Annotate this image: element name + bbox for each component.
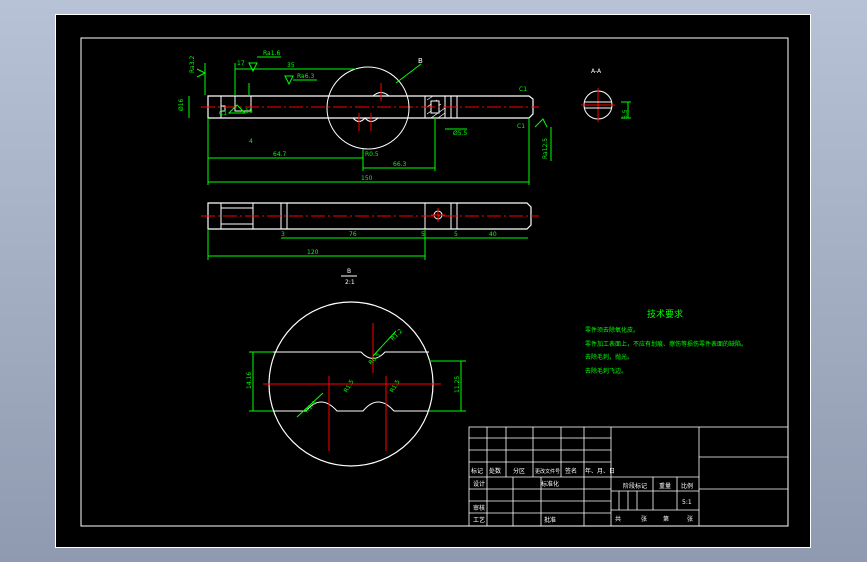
roughness-symbol-right	[534, 118, 548, 128]
roughness-top-2: Ra6.3	[297, 73, 314, 80]
detail-bottom-edge	[273, 401, 429, 412]
tb-weight: 重量	[659, 482, 671, 490]
tb-scale-value: 5:1	[682, 499, 692, 506]
chamfer-right-top: C1	[519, 86, 527, 93]
tb-scale: 比例	[681, 482, 693, 490]
tb-stage: 阶段标记	[623, 482, 647, 490]
dim-r1-4: R1.4	[303, 400, 318, 415]
dim-r0-5: R0.5	[365, 151, 379, 158]
roughness-symbol-left	[196, 68, 207, 78]
dim-76: 76	[349, 231, 357, 238]
tb-count: 处数	[489, 467, 501, 475]
tb-page-sheet: 张	[687, 515, 693, 523]
roughness-symbol-3	[227, 104, 247, 114]
roughness-top-1: Ra1.6	[263, 50, 280, 57]
dim-r1-5b: R1.5	[389, 378, 402, 394]
bottom-flat-bottom	[220, 223, 254, 230]
tb-approve: 批准	[544, 516, 556, 524]
title-block-text: 标记 处数 分区 更改文件号 签名 年、月、日 设计 标准化 阶段标记 重量 比…	[471, 467, 693, 524]
note-line-4: 去除毛刺飞边。	[585, 367, 627, 375]
tb-standard: 标准化	[541, 480, 559, 488]
dim-17: 17	[237, 60, 245, 67]
dim-5a: 5	[421, 231, 425, 238]
roughness-left: Ra3.2	[189, 56, 196, 73]
title-block	[468, 426, 789, 527]
dim-150: 150	[361, 175, 373, 182]
detail-b-view: B 2:1 R1.2 R0.5 14.16 11.25 R1.4 R1.5 R1…	[246, 268, 466, 467]
cad-drawing: B 35 17 Ra1.6 Ra6.3 Ra3.2 Ø16 C1 16 C1 C…	[80, 37, 789, 527]
tb-design: 设计	[473, 480, 485, 488]
tb-zone: 分区	[513, 467, 525, 475]
dim-5b: 5	[454, 231, 458, 238]
dim-35: 35	[287, 62, 295, 69]
leader-b	[395, 63, 422, 84]
tb-date: 年、月、日	[585, 467, 615, 475]
note-line-2: 零件加工表面上，不应有划痕、擦伤等损伤零件表面的缺陷。	[585, 340, 747, 348]
dim-r1-2: R1.2	[389, 328, 404, 343]
technical-notes: 技术要求 零件须去除氧化皮。 零件加工表面上，不应有划痕、擦伤等损伤零件表面的缺…	[585, 308, 747, 375]
tb-total: 共	[615, 515, 621, 523]
dim-40: 40	[489, 231, 497, 238]
tb-sign: 签名	[565, 467, 577, 475]
dim-16-diameter: Ø16	[178, 98, 185, 111]
dim-66-3: 66.3	[393, 161, 407, 168]
section-b-label: B	[418, 57, 423, 65]
section-aa-view: A-A 6.5	[581, 68, 631, 122]
tb-process: 工艺	[473, 516, 485, 524]
detail-b-scale: 2:1	[345, 279, 355, 286]
notes-title: 技术要求	[647, 308, 683, 320]
roughness-symbol-1	[248, 62, 258, 73]
bottom-view: 3 76 5 5 40 120	[201, 202, 539, 260]
dim-11-25: 11.25	[454, 376, 461, 393]
dim-120: 120	[307, 249, 319, 256]
detail-circle-b	[326, 66, 410, 150]
dim-64-7: 64.7	[273, 151, 287, 158]
dim-65: 6.5	[622, 109, 629, 119]
roughness-right: Ra12.5	[542, 138, 549, 159]
section-aa-label: A-A	[591, 68, 602, 75]
detail-b-label: B	[347, 268, 351, 275]
chamfer-right-bottom: C1	[517, 123, 525, 130]
bottom-flat-top	[220, 202, 254, 209]
tb-page: 第	[663, 515, 669, 523]
dim-r0-5-detail: R0.5	[367, 352, 382, 367]
note-line-3: 去除毛刺，抛光。	[585, 353, 633, 361]
dim-14-16: 14.16	[246, 372, 253, 389]
tb-review: 审核	[473, 504, 485, 512]
roughness-symbol-2	[284, 75, 294, 86]
dim-phi5: Ø5.5	[453, 130, 467, 137]
tb-doc: 更改文件号	[535, 468, 560, 475]
chamfer-left: C1	[219, 110, 227, 117]
dim-3: 3	[281, 231, 285, 238]
dim-r1-5: R1.5	[343, 378, 356, 394]
tb-mark: 标记	[471, 467, 483, 475]
detail-top-edge	[273, 351, 429, 359]
drawing-sheet: B 35 17 Ra1.6 Ra6.3 Ra3.2 Ø16 C1 16 C1 C…	[55, 14, 811, 548]
tb-sheet: 张	[641, 515, 647, 523]
note-line-1: 零件须去除氧化皮。	[585, 326, 639, 334]
dim-4: 4	[249, 138, 253, 145]
main-view: B 35 17 Ra1.6 Ra6.3 Ra3.2 Ø16 C1 16 C1 C…	[178, 50, 552, 185]
dim-16: 16	[245, 108, 253, 115]
